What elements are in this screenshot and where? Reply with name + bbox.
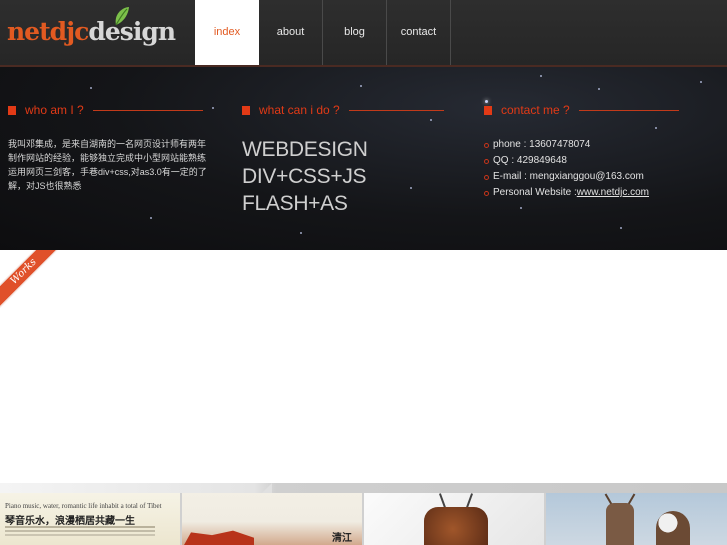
nav-index[interactable]: index <box>195 0 259 65</box>
qq-text: QQ : 429849648 <box>493 155 567 166</box>
star-decoration <box>360 85 362 87</box>
bullet-icon <box>484 174 489 180</box>
bullet-icon <box>484 158 489 164</box>
logo-part-netdjc: netdjc <box>7 17 89 46</box>
star-decoration <box>655 127 657 129</box>
thumb-caption: Piano music, water, romantic life inhabi… <box>5 502 162 510</box>
website-link[interactable]: www.netdjc.com <box>577 185 649 201</box>
portfolio-thumb-1[interactable]: Piano music, water, romantic life inhabi… <box>0 493 182 545</box>
star-decoration <box>520 207 522 209</box>
star-decoration <box>430 119 432 121</box>
intro-band: who am I ? 我叫邓集成，是来自湖南的一名网页设计师有两年制作网站的经验… <box>0 67 727 250</box>
contact-email: E-mail : mengxianggou@163.com <box>484 169 649 185</box>
star-decoration <box>540 75 542 77</box>
who-am-i-heading: who am I ? <box>8 103 203 117</box>
star-decoration <box>212 107 214 109</box>
portfolio-thumb-2[interactable]: 清江 <box>182 493 364 545</box>
contact-list: phone : 13607478074 QQ : 429849648 E-mai… <box>484 137 649 201</box>
heading-divider <box>348 110 444 111</box>
logo-part-design: design <box>88 17 176 46</box>
bullet-icon <box>484 142 489 148</box>
portfolio-bar <box>0 483 727 493</box>
nav-about[interactable]: about <box>259 0 323 65</box>
star-decoration <box>700 81 702 83</box>
what-can-i-do-title: what can i do ? <box>259 103 340 117</box>
bar-notch <box>262 483 272 493</box>
contact-me-heading: contact me ? <box>484 103 679 117</box>
works-ribbon-container: Works <box>0 250 60 310</box>
portfolio-thumb-4[interactable] <box>546 493 727 545</box>
red-square-icon <box>8 105 16 115</box>
skill-item: WEBDESIGN <box>242 138 368 161</box>
contact-me-title: contact me ? <box>501 103 570 117</box>
thumb-title: 清江 <box>332 533 352 544</box>
star-decoration <box>300 232 302 234</box>
retro-tv-image <box>424 507 488 545</box>
portfolio-thumb-3[interactable] <box>364 493 546 545</box>
skill-item: FLASH+AS <box>242 192 348 215</box>
thumb-text-lines <box>5 526 155 528</box>
star-decoration <box>598 88 600 90</box>
skill-item: DIV+CSS+JS <box>242 165 367 188</box>
contact-qq: QQ : 429849648 <box>484 153 649 169</box>
nav-contact[interactable]: contact <box>387 0 451 65</box>
red-square-icon <box>242 105 250 115</box>
star-decoration <box>620 227 622 229</box>
portfolio-thumbnails: Piano music, water, romantic life inhabi… <box>0 493 727 545</box>
star-decoration <box>90 87 92 89</box>
red-square-icon <box>484 105 492 115</box>
thumb-title: 琴音乐水，浪漫栖居共藏一生 <box>5 516 135 527</box>
email-text: E-mail : mengxianggou@163.com <box>493 171 644 182</box>
star-decoration <box>150 217 152 219</box>
nav-blog[interactable]: blog <box>323 0 387 65</box>
contact-phone: phone : 13607478074 <box>484 137 649 153</box>
heading-divider <box>578 110 679 111</box>
red-roof-image <box>184 530 254 545</box>
website-label: Personal Website : <box>493 187 577 198</box>
heading-divider <box>92 110 203 111</box>
site-header: netdjcdesign index about blog contact <box>0 0 727 67</box>
main-nav: index about blog contact <box>195 0 451 65</box>
who-am-i-title: who am I ? <box>25 103 84 117</box>
about-text: 我叫邓集成，是来自湖南的一名网页设计师有两年制作网站的经验，能够独立完成中小型网… <box>8 139 207 191</box>
deer-image <box>606 503 634 545</box>
leaf-icon <box>115 7 129 26</box>
eagle-image <box>656 511 690 545</box>
skills-list: WEBDESIGN DIV+CSS+JS FLASH+AS <box>242 136 368 217</box>
what-can-i-do-heading: what can i do ? <box>242 103 444 117</box>
star-decoration <box>410 187 412 189</box>
contact-website: Personal Website : www.netdjc.com <box>484 185 649 201</box>
bullet-icon <box>484 190 489 196</box>
site-logo[interactable]: netdjcdesign <box>7 17 176 47</box>
phone-text: phone : 13607478074 <box>493 139 591 150</box>
works-ribbon: Works <box>0 250 60 310</box>
